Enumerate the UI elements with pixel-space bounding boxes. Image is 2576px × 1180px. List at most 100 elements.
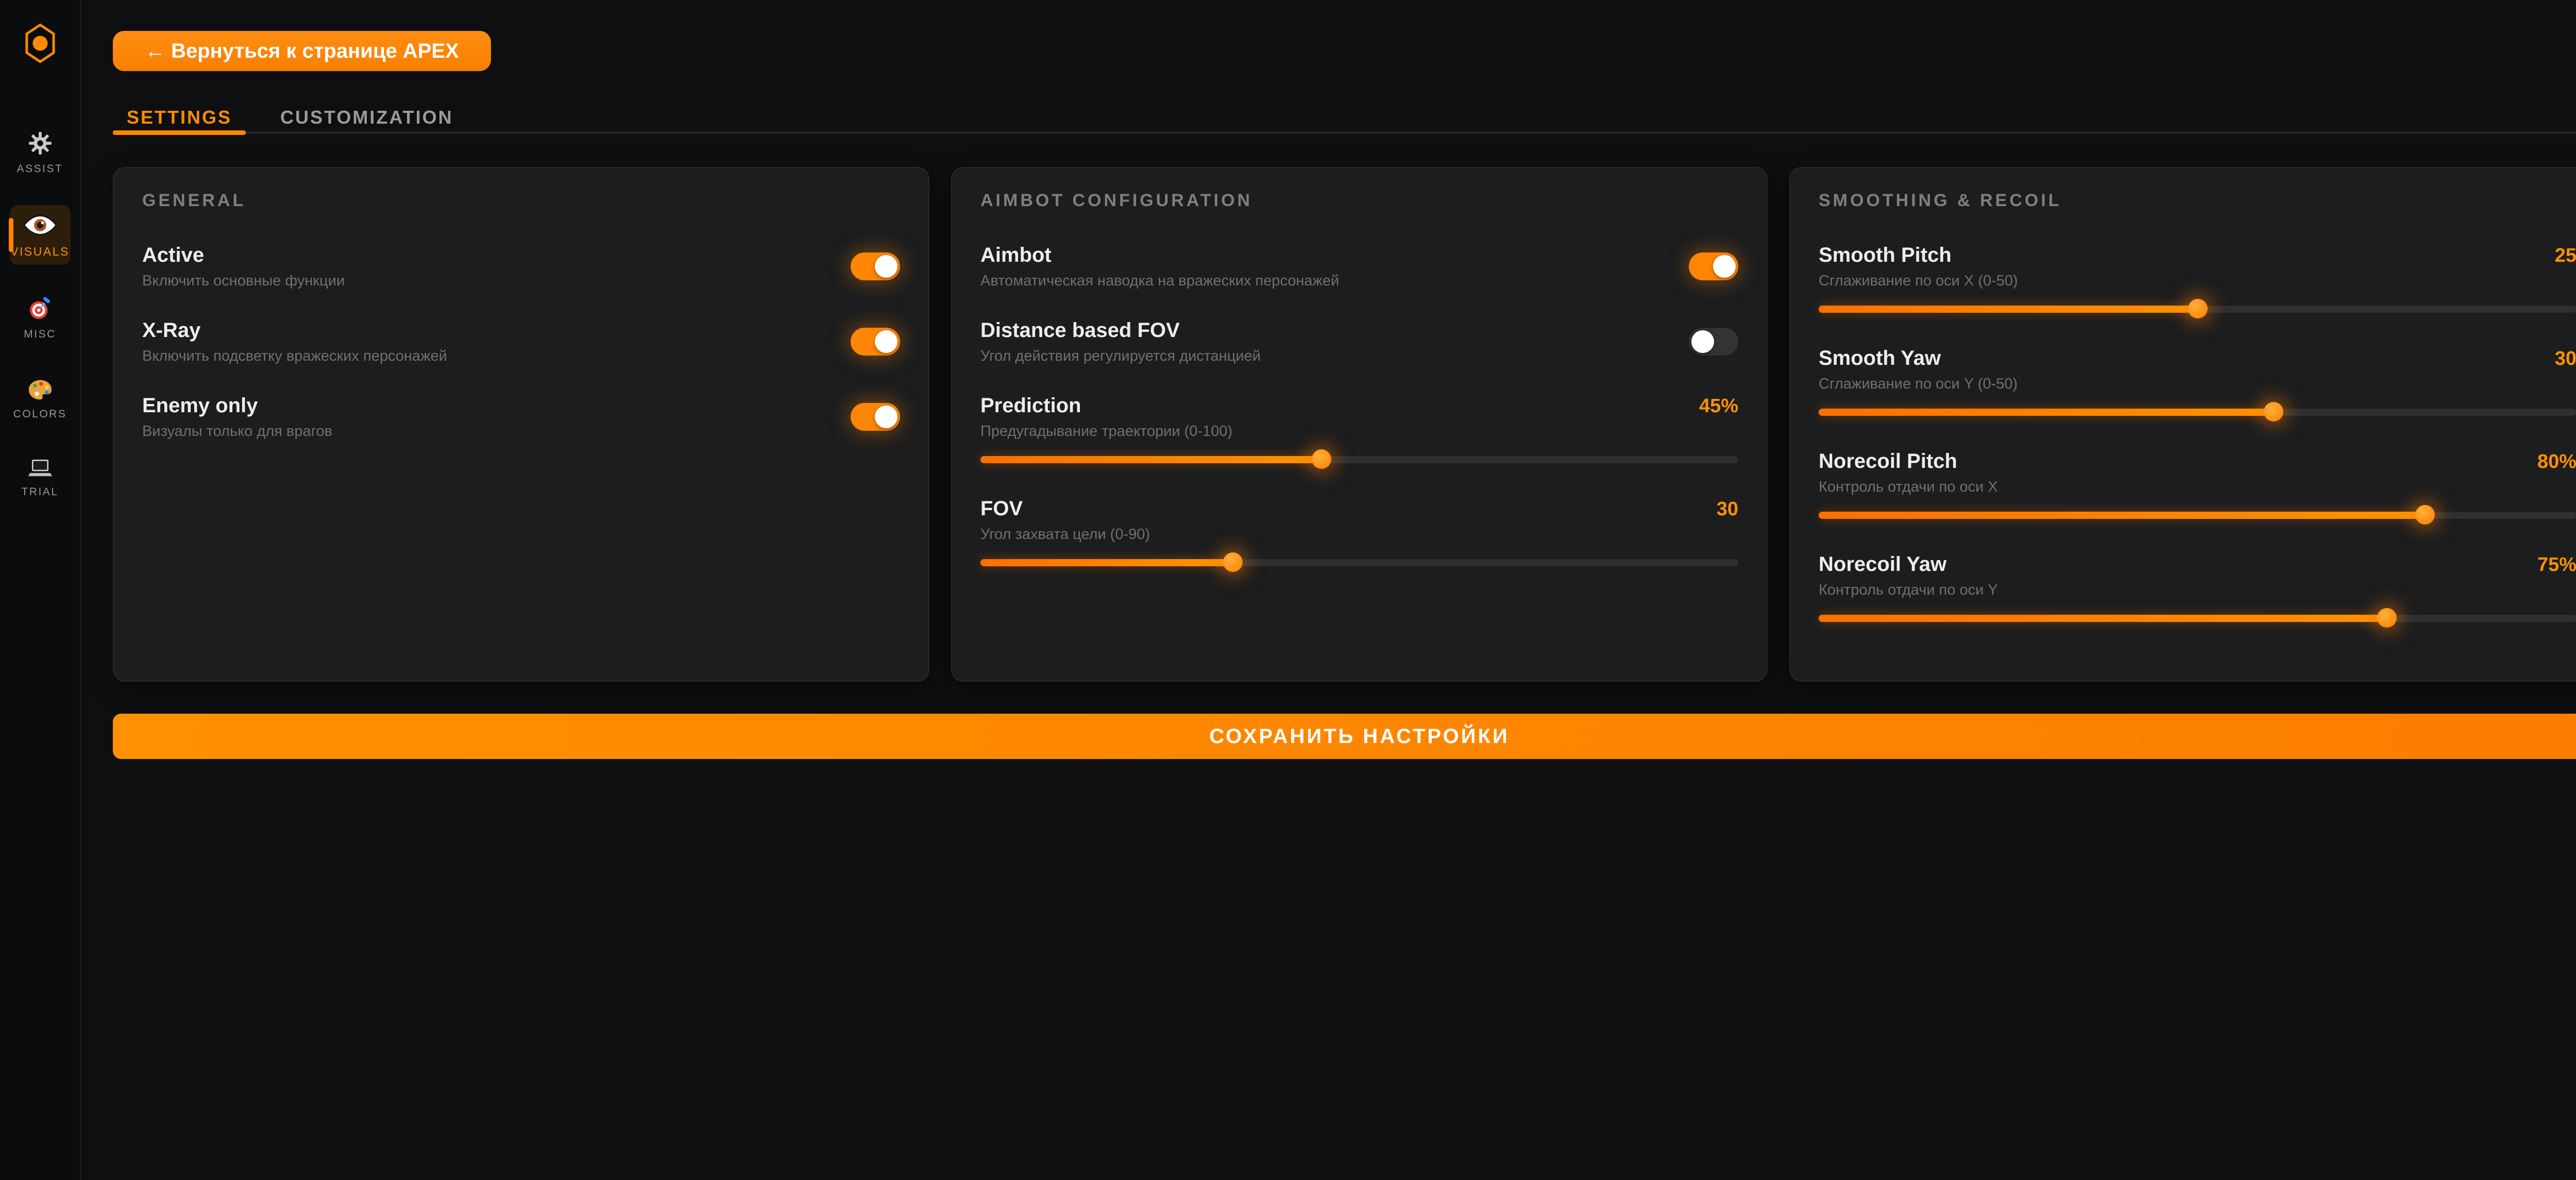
palette-icon xyxy=(28,379,53,402)
setting-value: 25 xyxy=(2555,245,2576,267)
app-logo xyxy=(25,23,55,66)
setting-row-fov: FOV 30 Угол захвата цели (0-90) xyxy=(980,496,1738,572)
slider-knob[interactable] xyxy=(1223,552,1243,572)
sidebar-item-label: ASSIST xyxy=(17,163,63,175)
setting-value: 30 xyxy=(1717,498,1738,520)
setting-description: Включить основные функции xyxy=(142,272,345,290)
active-tab-indicator xyxy=(113,130,246,135)
tab-settings[interactable]: SETTINGS xyxy=(113,101,246,134)
slider-track[interactable] xyxy=(1819,409,2576,416)
slider-norecoil-yaw[interactable] xyxy=(1819,608,2576,628)
setting-description: Угол захвата цели (0-90) xyxy=(980,525,1738,544)
slider-fill xyxy=(980,559,1233,566)
setting-description: Визуалы только для врагов xyxy=(142,422,332,441)
panel-aimbot-configuration: AIMBOT CONFIGURATIONAimbotАвтоматическая… xyxy=(951,167,1768,682)
sidebar-item-trial[interactable]: TRIAL xyxy=(10,450,71,504)
slider-knob[interactable] xyxy=(1312,449,1331,469)
setting-value: 75% xyxy=(2537,554,2576,576)
sidebar-item-label: MISC xyxy=(24,328,56,341)
setting-description: Предугадывание траектории (0-100) xyxy=(980,422,1738,441)
toggle-knob xyxy=(875,330,897,353)
setting-text: X-Ray Включить подсветку вражеских персон… xyxy=(142,318,447,365)
slider-track[interactable] xyxy=(1819,512,2576,519)
sidebar-nav: ASSIST VISUALS MISC COLORS TRIAL xyxy=(10,123,71,504)
setting-label: Smooth Yaw xyxy=(1819,346,1941,370)
setting-row-smooth-pitch: Smooth Pitch25Сглаживание по оси X (0-50… xyxy=(1819,243,2576,319)
sidebar-item-visuals[interactable]: VISUALS xyxy=(10,205,71,265)
setting-description: Угол действия регулируется дистанцией xyxy=(980,347,1261,365)
setting-text: ActiveВключить основные функции xyxy=(142,243,345,290)
slider-track[interactable] xyxy=(1819,615,2576,622)
setting-row-active: ActiveВключить основные функции xyxy=(142,243,900,290)
setting-label: X-Ray xyxy=(142,318,447,343)
main-content: ← Вернуться к странице APEX SETTINGS CUS… xyxy=(81,0,2576,1180)
setting-label: Distance based FOV xyxy=(980,318,1261,343)
setting-label: Norecoil Pitch xyxy=(1819,449,1957,474)
setting-text: Distance based FOV Угол действия регулиру… xyxy=(980,318,1261,365)
slider-row-header: Smooth Yaw 30 xyxy=(1819,346,2576,370)
tab-customization[interactable]: CUSTOMIZATION xyxy=(246,101,488,134)
setting-description: Контроль отдачи по оси Y xyxy=(1819,581,2576,599)
toggle-enemy-only[interactable] xyxy=(851,403,900,431)
slider-prediction[interactable] xyxy=(980,449,1738,469)
slider-knob[interactable] xyxy=(2188,299,2208,318)
save-settings-button[interactable]: СОХРАНИТЬ НАСТРОЙКИ xyxy=(113,714,2576,759)
slider-fill xyxy=(980,456,1321,463)
active-item-bar xyxy=(9,218,13,252)
setting-text: Enemy onlyВизуалы только для врагов xyxy=(142,393,332,441)
toggle-knob xyxy=(1713,255,1736,278)
panel-title: GENERAL xyxy=(142,191,900,211)
setting-text: Aimbot Автоматическая наводка на вражески… xyxy=(980,243,1339,290)
sidebar-item-label: COLORS xyxy=(13,408,67,420)
sidebar-item-misc[interactable]: MISC xyxy=(10,289,71,347)
sidebar: ASSIST VISUALS MISC COLORS TRIAL xyxy=(0,0,81,1180)
slider-fov[interactable] xyxy=(980,552,1738,572)
sidebar-item-assist[interactable]: ASSIST xyxy=(10,123,71,181)
slider-track[interactable] xyxy=(980,456,1738,463)
slider-knob[interactable] xyxy=(2264,402,2283,422)
back-to-apex-button[interactable]: ← Вернуться к странице APEX xyxy=(113,31,491,71)
setting-value: 80% xyxy=(2537,451,2576,473)
target-icon xyxy=(28,297,52,322)
setting-row-smooth-yaw: Smooth Yaw 30 Сглаживание по оси Y (0-50) xyxy=(1819,346,2576,422)
sidebar-item-colors[interactable]: COLORS xyxy=(10,370,71,427)
toggle-distance-based-fov[interactable] xyxy=(1689,328,1738,356)
slider-fill xyxy=(1819,409,2274,416)
slider-norecoil-pitch[interactable] xyxy=(1819,504,2576,525)
slider-row-header: Smooth Pitch25 xyxy=(1819,243,2576,267)
slider-row-header: FOV 30 xyxy=(980,496,1738,521)
slider-fill xyxy=(1819,615,2387,622)
setting-row-distance-based-fov: Distance based FOV Угол действия регулиру… xyxy=(980,318,1738,365)
laptop-icon xyxy=(27,459,53,480)
setting-label: Aimbot xyxy=(980,243,1339,267)
slider-smooth-pitch[interactable] xyxy=(1819,298,2576,319)
toggle-x-ray[interactable] xyxy=(851,328,900,356)
setting-row-prediction: Prediction45% Предугадывание траектории (… xyxy=(980,393,1738,469)
setting-value: 30 xyxy=(2555,348,2576,370)
setting-description: Включить подсветку вражеских персонажей xyxy=(142,347,447,365)
setting-label: Prediction xyxy=(980,393,1081,418)
setting-description: Сглаживание по оси Y (0-50) xyxy=(1819,375,2576,393)
sidebar-item-label: TRIAL xyxy=(21,486,58,498)
panel-smoothing-recoil: SMOOTHING & RECOILSmooth Pitch25Сглажива… xyxy=(1789,167,2576,682)
setting-row-norecoil-yaw: Norecoil Yaw75% Контроль отдачи по оси Y xyxy=(1819,552,2576,628)
setting-row-norecoil-pitch: Norecoil Pitch 80% Контроль отдачи по оси … xyxy=(1819,449,2576,525)
toggle-active[interactable] xyxy=(851,252,900,280)
toggle-knob xyxy=(1691,330,1714,353)
setting-label: FOV xyxy=(980,496,1023,521)
slider-track[interactable] xyxy=(980,559,1738,566)
setting-description: Автоматическая наводка на вражеских перс… xyxy=(980,272,1339,290)
slider-row-header: Norecoil Yaw75% xyxy=(1819,552,2576,577)
slider-knob[interactable] xyxy=(2377,608,2397,628)
hex-logo-icon xyxy=(25,57,55,66)
toggle-aimbot[interactable] xyxy=(1689,252,1738,280)
setting-row-enemy-only: Enemy onlyВизуалы только для врагов xyxy=(142,393,900,441)
setting-description: Контроль отдачи по оси X xyxy=(1819,478,2576,496)
setting-row-x-ray: X-Ray Включить подсветку вражеских персон… xyxy=(142,318,900,365)
slider-smooth-yaw[interactable] xyxy=(1819,401,2576,422)
settings-panels: GENERAL ActiveВключить основные функции X-… xyxy=(113,167,2576,682)
slider-knob[interactable] xyxy=(2415,505,2435,525)
slider-row-header: Norecoil Pitch 80% xyxy=(1819,449,2576,474)
slider-row-header: Prediction45% xyxy=(980,393,1738,418)
eye-icon xyxy=(23,213,57,239)
